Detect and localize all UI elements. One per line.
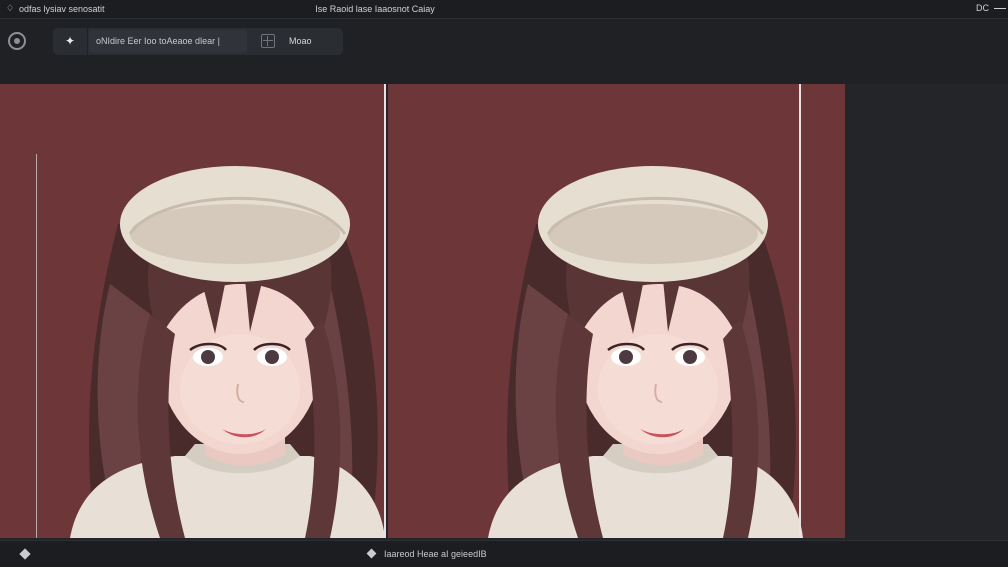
image-panel-original[interactable] [0, 84, 385, 538]
crop-handle[interactable] [799, 84, 801, 538]
portrait-image-original [0, 84, 385, 538]
status-bar: Iaareod Heae aI geieedIB [0, 540, 1008, 567]
window-title: Ise Raoid lase Iaaosnot Caiay [315, 4, 435, 14]
title-bar: ♢ odfas lysiav senosatit Ise Raoid lase … [0, 0, 1008, 19]
prompt-cursor: | [217, 36, 220, 46]
prompt-text: oNIdire Eer Ioo toAeaoe dlear [96, 36, 216, 46]
image-canvas [0, 84, 1008, 540]
status-text: Iaareod Heae aI geieedIB [384, 549, 487, 559]
grid-icon[interactable] [261, 34, 275, 48]
restore-button[interactable]: DC [976, 3, 989, 13]
prompt-input[interactable]: oNIdire Eer Ioo toAeaoe dlear | [89, 30, 247, 53]
image-panel-result[interactable] [388, 84, 845, 538]
app-window: ♢ odfas lysiav senosatit Ise Raoid lase … [0, 0, 1008, 567]
status-diamond-icon [366, 548, 377, 559]
crop-guide-line [36, 154, 37, 538]
minimize-button[interactable] [994, 3, 1006, 13]
sparkle-icon[interactable]: ✦ [53, 28, 88, 55]
mode-selector[interactable]: Moao [289, 28, 312, 55]
portrait-image-result [418, 84, 803, 538]
diamond-icon[interactable] [19, 548, 31, 560]
toolbar: ✦ oNIdire Eer Ioo toAeaoe dlear | Moao [0, 19, 1008, 83]
tool-group: ✦ oNIdire Eer Ioo toAeaoe dlear | Moao [53, 28, 343, 55]
compare-divider[interactable] [384, 84, 386, 538]
target-icon[interactable] [8, 32, 26, 50]
